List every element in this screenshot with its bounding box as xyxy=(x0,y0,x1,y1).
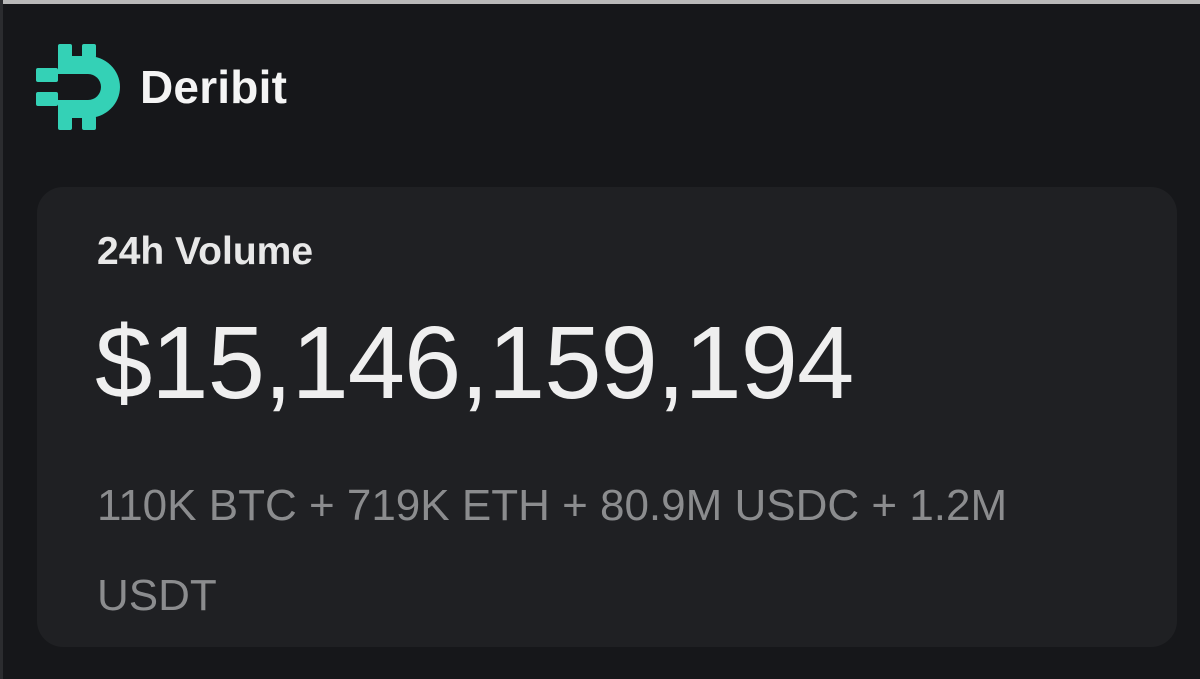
window-left-edge xyxy=(0,0,3,679)
volume-card-title: 24h Volume xyxy=(97,230,314,273)
volume-breakdown: 110K BTC + 719K ETH + 80.9M USDC + 1.2M … xyxy=(97,481,1008,620)
volume-value: $15,146,159,194 xyxy=(95,305,854,420)
brand-header[interactable]: Deribit xyxy=(36,44,287,130)
window-top-edge xyxy=(0,0,1200,4)
deribit-logo-icon xyxy=(36,44,124,130)
brand-name: Deribit xyxy=(140,61,288,113)
volume-card: 24h Volume $15,146,159,194 110K BTC + 71… xyxy=(37,187,1177,647)
